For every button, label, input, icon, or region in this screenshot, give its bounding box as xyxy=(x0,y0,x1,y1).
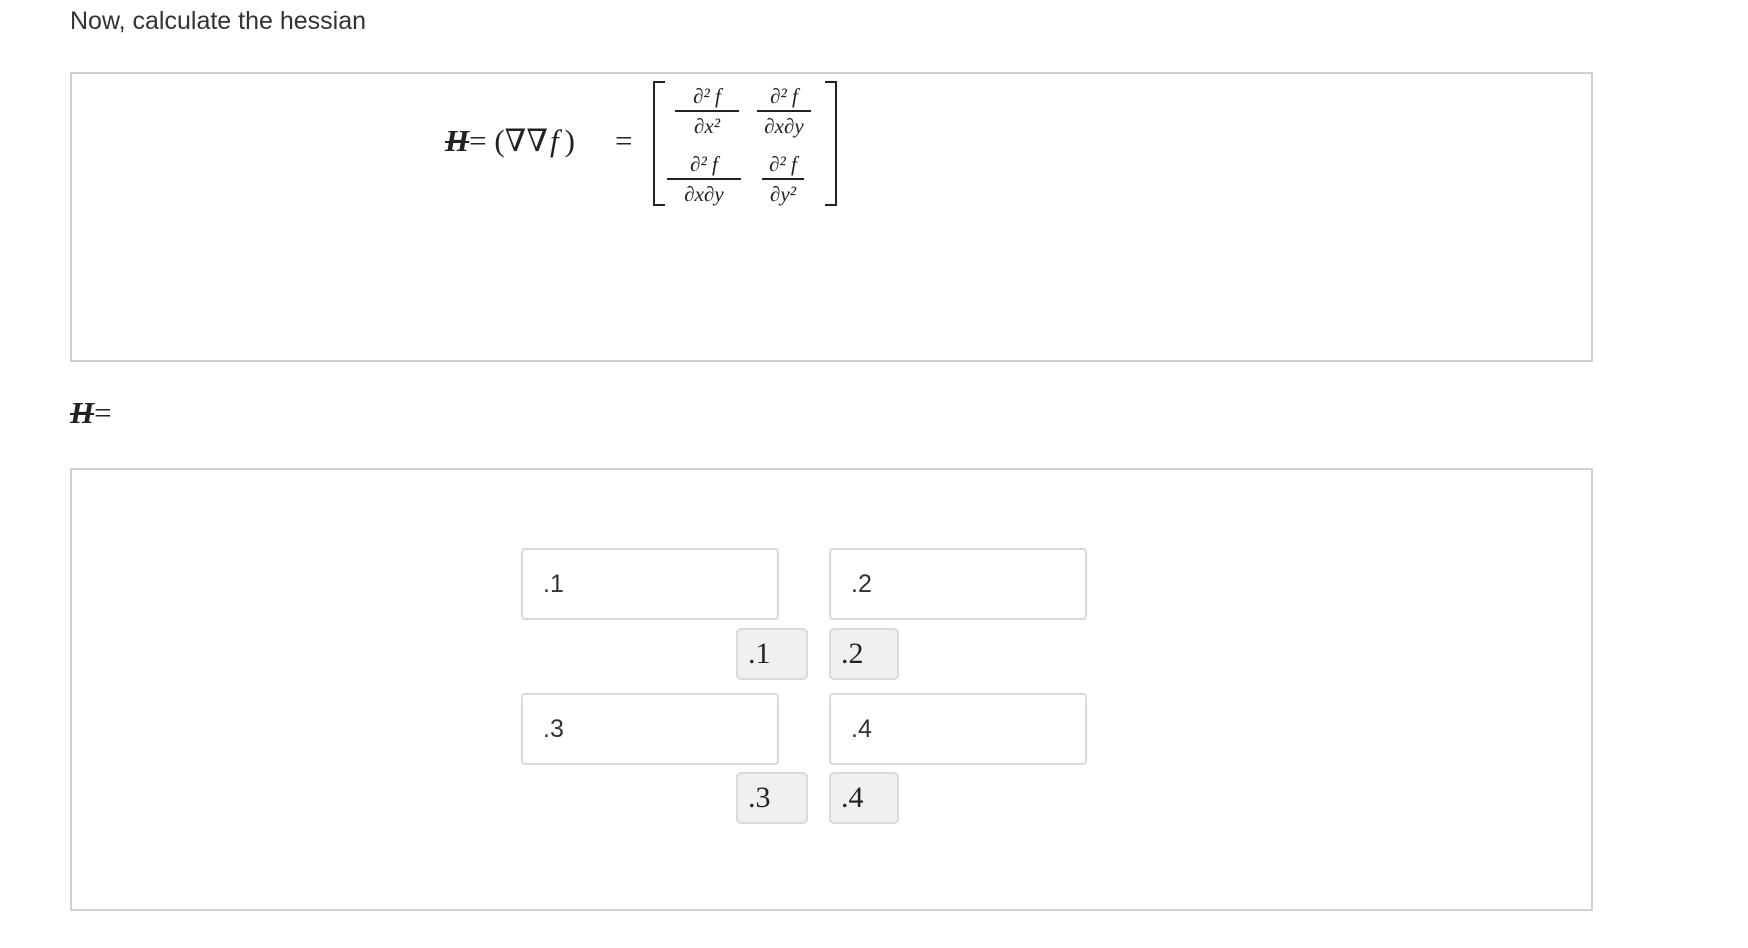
numerator: ∂² f xyxy=(770,84,798,108)
matrix-left-bracket xyxy=(653,81,665,206)
question-prompt: Now, calculate the hessian xyxy=(70,7,367,35)
denominator: ∂x∂y xyxy=(684,182,724,206)
matrix-entry-fxx: ∂² f ∂x² xyxy=(675,83,739,139)
answer-label: H= xyxy=(70,394,112,432)
answer-chip-4[interactable]: .4 xyxy=(829,772,899,824)
denominator: ∂x∂y xyxy=(764,114,804,138)
answer-panel xyxy=(70,468,1593,911)
matrix-entry-fyy: ∂² f ∂y² xyxy=(762,151,804,207)
matrix-entry-fxy: ∂² f ∂x∂y xyxy=(757,83,811,139)
hessian-input-4[interactable] xyxy=(829,693,1087,765)
answer-chip-2[interactable]: .2 xyxy=(829,628,899,680)
fraction-bar xyxy=(667,178,741,180)
answer-equals: = xyxy=(94,395,112,430)
hessian-input-2[interactable] xyxy=(829,548,1087,620)
answer-chip-1[interactable]: .1 xyxy=(736,628,808,680)
numerator: ∂² f xyxy=(693,84,721,108)
matrix-entry-fyx: ∂² f ∂x∂y xyxy=(667,151,741,207)
numerator: ∂² f xyxy=(690,152,718,176)
hessian-symbol: H xyxy=(445,123,470,158)
fraction-bar xyxy=(762,178,804,180)
numerator: ∂² f xyxy=(769,152,797,176)
fraction-bar xyxy=(675,110,739,112)
matrix-equals: = xyxy=(615,123,633,158)
hessian-input-3[interactable] xyxy=(521,693,779,765)
hessian-definition-lhs: H= (∇∇f) xyxy=(445,122,575,160)
answer-chip-3[interactable]: .3 xyxy=(736,772,808,824)
lhs-close-paren: ) xyxy=(564,123,575,158)
lhs-function: f xyxy=(549,123,559,158)
fraction-bar xyxy=(757,110,811,112)
answer-hessian-symbol: H xyxy=(70,395,95,430)
lhs-equals-nabla: = (∇∇ xyxy=(469,123,548,158)
denominator: ∂x² xyxy=(694,114,720,138)
hessian-input-1[interactable] xyxy=(521,548,779,620)
matrix-right-bracket xyxy=(825,81,837,206)
denominator: ∂y² xyxy=(770,182,796,206)
